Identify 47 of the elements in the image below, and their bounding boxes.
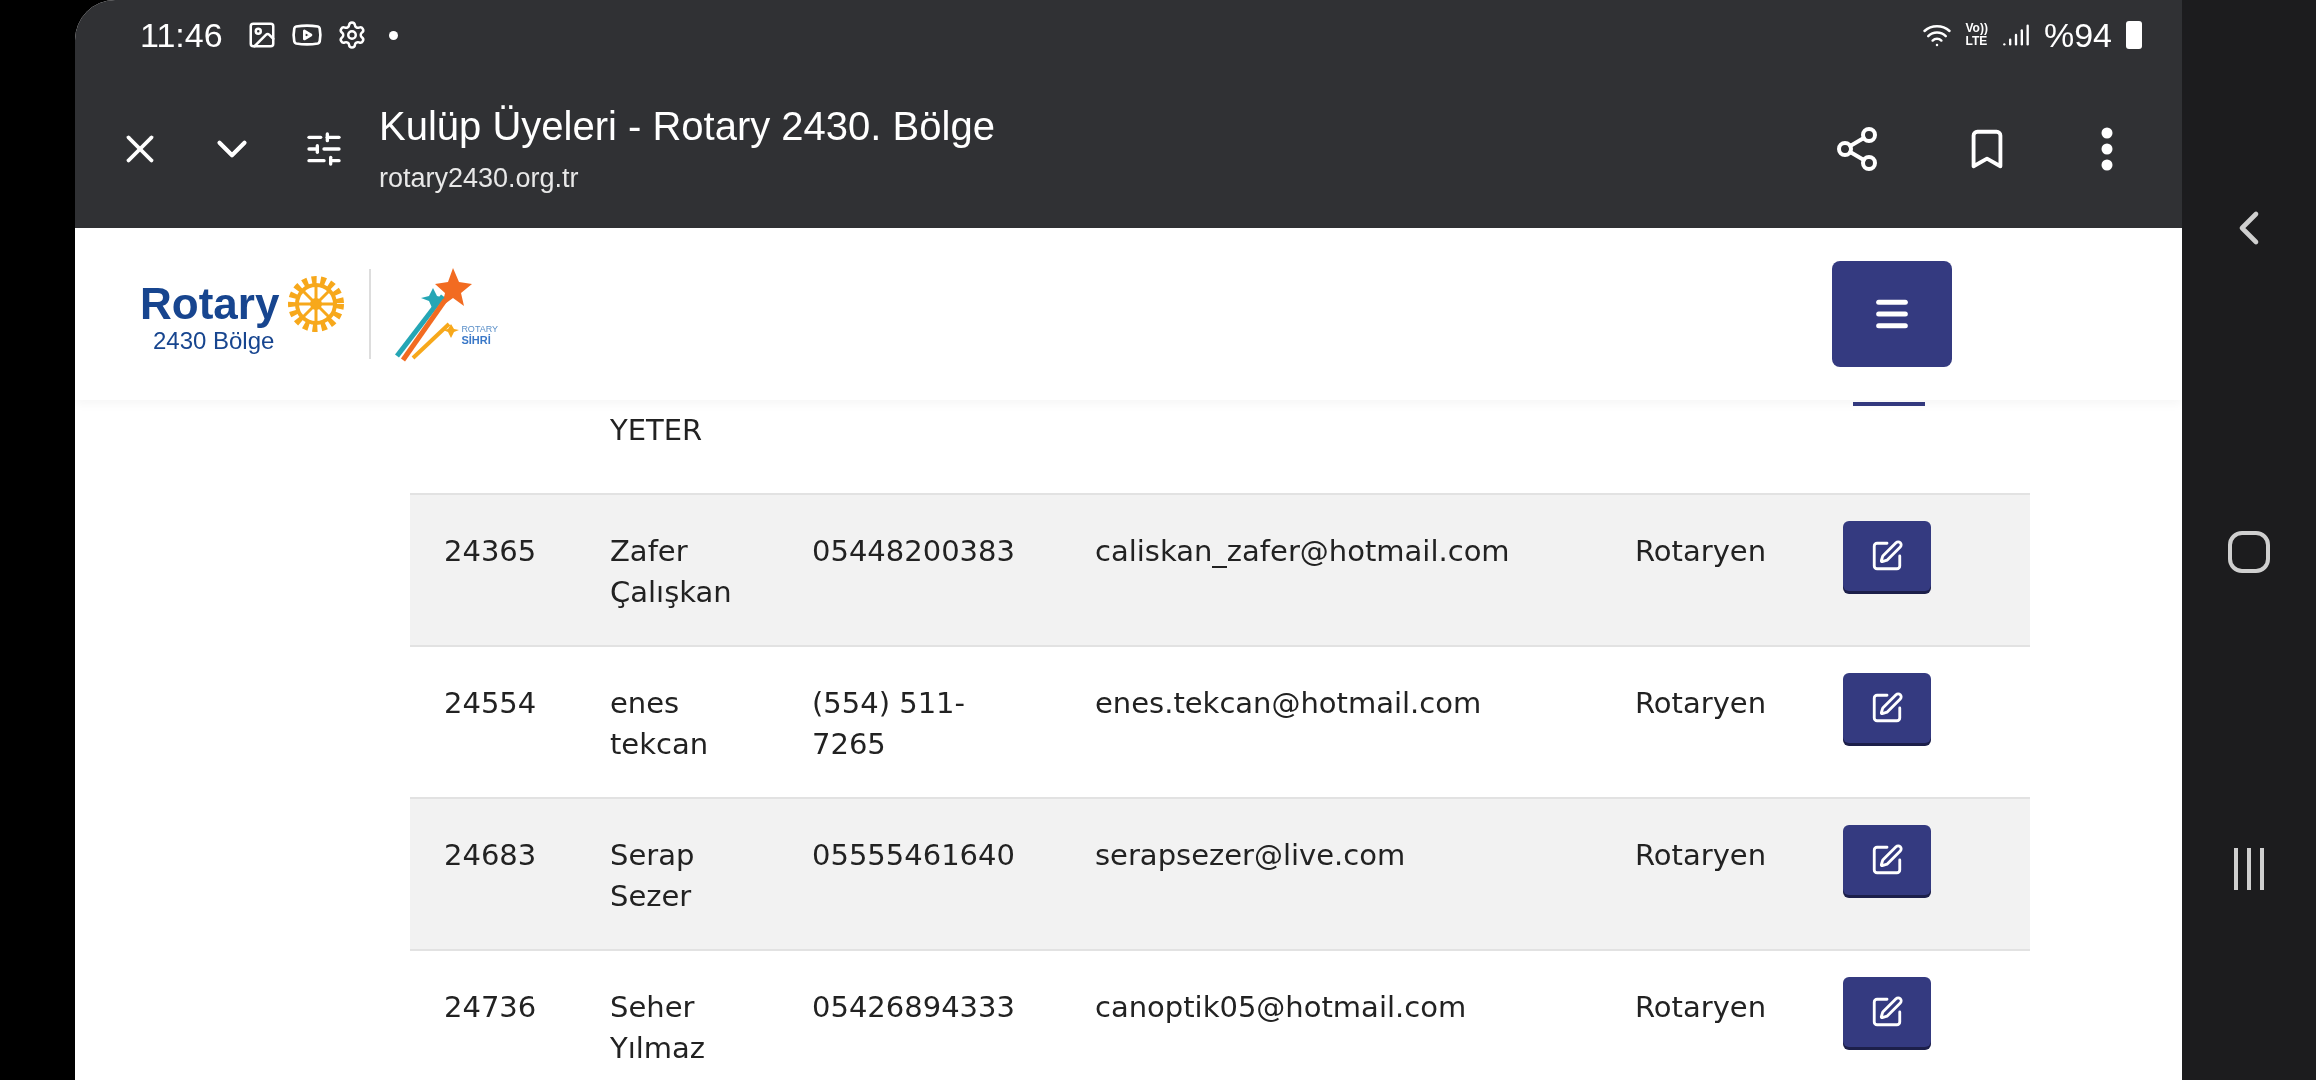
member-role: Rotaryen — [1634, 837, 1768, 874]
member-role: Rotaryen — [1634, 989, 1768, 1026]
page-url: rotary2430.org.tr — [379, 163, 580, 194]
member-name: YETER — [609, 412, 704, 449]
member-name: enes tekcan — [609, 685, 710, 763]
member-email: serapsezer@live.com — [1094, 837, 1407, 874]
member-phone: 05448200383 — [811, 533, 1016, 570]
notification-dot — [388, 30, 398, 40]
member-email: caliskan_zafer@hotmail.com — [1094, 533, 1511, 570]
member-email: enes.tekcan@hotmail.com — [1094, 685, 1483, 722]
member-id: 24736 — [443, 989, 538, 1026]
edit-button[interactable] — [1843, 977, 1931, 1047]
member-name: Seher Yılmaz — [609, 989, 707, 1067]
member-phone: 05555461640 — [811, 837, 1016, 874]
member-role: Rotaryen — [1634, 533, 1768, 570]
logo-wordmark: Rotary — [140, 279, 280, 329]
menu-button[interactable] — [1832, 261, 1952, 367]
sliders-icon — [304, 129, 344, 169]
member-role: Rotaryen — [1634, 685, 1768, 722]
network-type-label: Vo)) LTE — [1965, 22, 1988, 48]
member-phone: (554) 511-7265 — [811, 685, 966, 763]
member-name: Serap Sezer — [609, 837, 696, 915]
campaign-title: SİHRİ — [461, 334, 492, 346]
campaign-label: ROTARY — [461, 324, 499, 334]
settings-icon — [336, 20, 367, 50]
edit-button[interactable] — [1843, 825, 1931, 895]
member-id: 24683 — [443, 837, 538, 874]
logo-district: 2430 Bölge — [152, 327, 275, 355]
battery-percent: %94 — [2043, 15, 2112, 55]
edit-button-edge — [1853, 402, 1925, 406]
edit-button[interactable] — [1843, 673, 1931, 743]
battery-icon — [2126, 21, 2142, 49]
member-id: 24365 — [443, 533, 538, 570]
edit-icon — [1870, 843, 1904, 877]
member-id: 24554 — [443, 685, 538, 722]
edit-button[interactable] — [1843, 521, 1931, 591]
clock-time: 11:46 — [140, 15, 223, 55]
member-name: Zafer Çalışkan — [609, 533, 733, 611]
edit-icon — [1870, 691, 1904, 725]
member-email: canoptik05@hotmail.com — [1094, 989, 1468, 1026]
edit-icon — [1870, 539, 1904, 573]
more-icon — [2101, 127, 2113, 171]
recents-icon[interactable] — [2234, 848, 2264, 890]
home-icon[interactable] — [2228, 531, 2270, 573]
edit-icon — [1870, 995, 1904, 1029]
member-phone: 05426894333 — [811, 989, 1016, 1026]
page-title: Kulüp Üyeleri - Rotary 2430. Bölge — [379, 104, 995, 149]
